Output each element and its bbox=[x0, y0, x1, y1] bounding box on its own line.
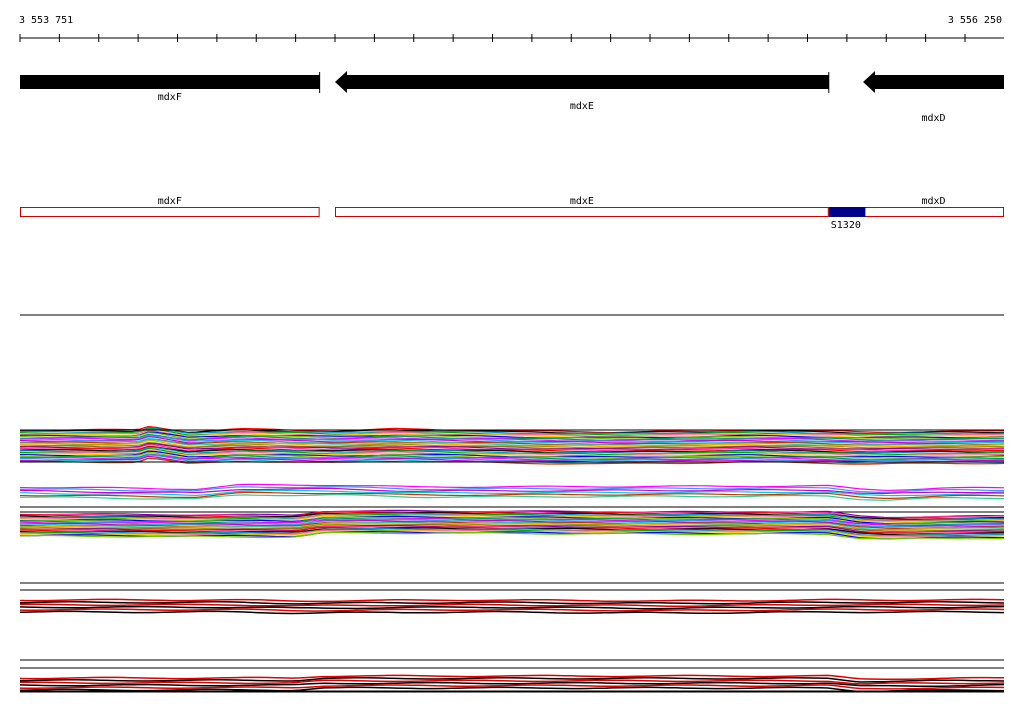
ruler-start-label: 3 553 751 bbox=[19, 15, 73, 26]
gene-label: mdxD bbox=[921, 113, 945, 124]
profile-line bbox=[19, 605, 1005, 610]
profile-tracks bbox=[19, 425, 1005, 693]
feature-S1320 bbox=[828, 207, 866, 217]
gene-box-mdxF bbox=[20, 207, 320, 217]
gene-label: mdxE bbox=[570, 101, 594, 112]
feature-label: S1320 bbox=[831, 220, 861, 231]
gene-label: mdxF bbox=[158, 92, 182, 103]
profile-line bbox=[19, 610, 1005, 615]
profile-line bbox=[19, 483, 1005, 491]
gene-box-mdxD bbox=[863, 207, 1004, 217]
gene-box-label: mdxF bbox=[158, 196, 182, 207]
ruler-end-label: 3 556 250 bbox=[948, 15, 1002, 26]
gene-box-mdxE bbox=[335, 207, 829, 217]
annotation-track: mdxF mdxE mdxD S1320 bbox=[20, 196, 1004, 231]
gene-box-label: mdxD bbox=[921, 196, 945, 207]
genome-browser-view: 3 553 751 3 556 250 mdxFmdxEmdxD mdxF mdx… bbox=[19, 15, 1005, 693]
gene-arrow-mdxD bbox=[863, 71, 1004, 93]
gene-arrow-mdxF bbox=[20, 75, 320, 89]
profile-line bbox=[19, 598, 1005, 603]
gene-box-label: mdxE bbox=[570, 196, 594, 207]
gene-track: mdxF mdxE mdxD bbox=[20, 71, 1004, 124]
position-ruler bbox=[19, 34, 1004, 42]
profile-line bbox=[19, 608, 1005, 612]
gene-arrow-mdxE bbox=[335, 71, 829, 93]
